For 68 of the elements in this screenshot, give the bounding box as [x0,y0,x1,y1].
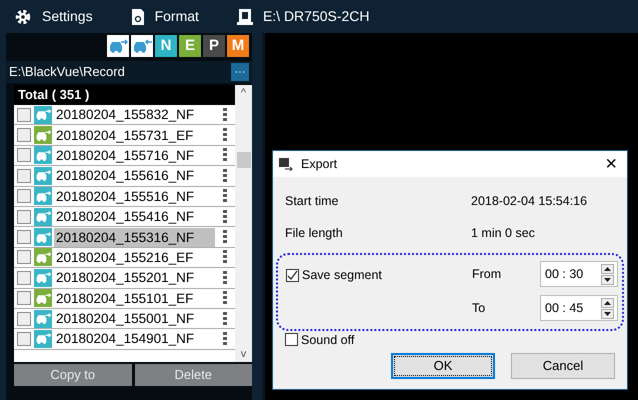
file-name[interactable]: 20180204_154901_NF [54,329,215,348]
file-checkbox[interactable] [17,128,31,142]
file-name[interactable]: 20180204_155001_NF [54,309,215,328]
spin-down-button[interactable] [601,274,614,284]
scroll-down-button[interactable]: v [240,346,246,362]
scroll-thumb[interactable] [236,152,250,168]
field-value: 1 min 0 sec [471,224,535,242]
settings-icon [14,8,32,26]
file-checkbox[interactable] [17,270,31,285]
time-field[interactable]: 00 : 45 [541,298,601,318]
file-checkbox[interactable] [17,230,31,244]
time-spinner[interactable]: 00 : 30 [540,261,618,287]
time-field[interactable]: 00 : 30 [541,264,601,284]
file-name[interactable]: 20180204_155716_NF [54,146,215,165]
file-name[interactable]: 20180204_155416_NF [54,207,215,226]
car-arrow-icon [108,38,128,54]
file-name[interactable]: 20180204_155201_NF [54,268,215,288]
toolbar-button[interactable]: Format [130,6,199,27]
browse-button[interactable]: ··· [231,63,249,81]
cancel-button[interactable]: Cancel [511,352,615,379]
field-label: File length [285,224,344,242]
field-label: Start time [285,192,340,210]
car-filter-button[interactable] [131,35,153,57]
car-arrow-icon [132,38,152,54]
spin-up-button[interactable] [601,264,614,274]
spin-down-button[interactable] [601,308,614,318]
down-arrow-icon [604,278,611,282]
down-arrow-icon [604,312,611,316]
file-checkbox[interactable] [17,312,31,326]
car-filter-button[interactable] [107,35,129,57]
file-name[interactable]: 20180204_155731_EF [54,126,215,145]
up-arrow-icon [604,266,611,270]
file-checkbox[interactable] [17,168,31,183]
file-checkbox[interactable] [17,148,31,162]
save-segment-checkbox[interactable] [286,269,299,282]
spin-label: To [472,300,486,317]
sound-off-checkbox[interactable] [285,333,298,346]
dialog-title: Export [301,156,338,173]
spin-label: From [472,266,502,283]
folder-path: E:\BlackVue\Record [8,63,126,82]
file-checkbox[interactable] [17,108,31,122]
file-name[interactable]: 20180204_155101_EF [54,288,215,308]
file-checkbox[interactable] [17,210,31,224]
file-name[interactable]: 20180204_155216_EF [54,248,215,267]
checkbox-label: Sound off [301,333,354,347]
file-checkbox[interactable] [17,332,31,346]
file-name[interactable]: 20180204_155616_NF [54,166,215,186]
file-checkbox[interactable] [17,250,31,264]
filter-button[interactable]: P [203,35,225,57]
file-name[interactable]: 20180204_155316_NF [54,228,215,247]
checkbox-label: Save segment [302,268,382,282]
up-arrow-icon [604,300,611,304]
list-header: Total ( 351 ) [14,85,235,105]
spin-up-button[interactable] [601,298,614,308]
scroll-up-button[interactable]: ^ [240,85,246,102]
time-spinner[interactable]: 00 : 45 [540,295,618,321]
close-button[interactable]: × [601,155,621,173]
export-icon [279,157,293,171]
file-name[interactable]: 20180204_155832_NF [54,105,215,124]
toolbar-button[interactable]: Settings [14,6,93,27]
file-checkbox[interactable] [17,189,31,204]
toolbar-button[interactable]: E:\ DR750S-2CH [236,6,370,27]
drive-icon [236,8,253,26]
field-value: 2018-02-04 15:54:16 [471,192,588,210]
sd-card-icon [130,8,145,26]
file-checkbox[interactable] [17,291,31,306]
scrollbar[interactable]: ^ v [235,85,252,362]
ok-button[interactable]: OK [391,352,495,379]
